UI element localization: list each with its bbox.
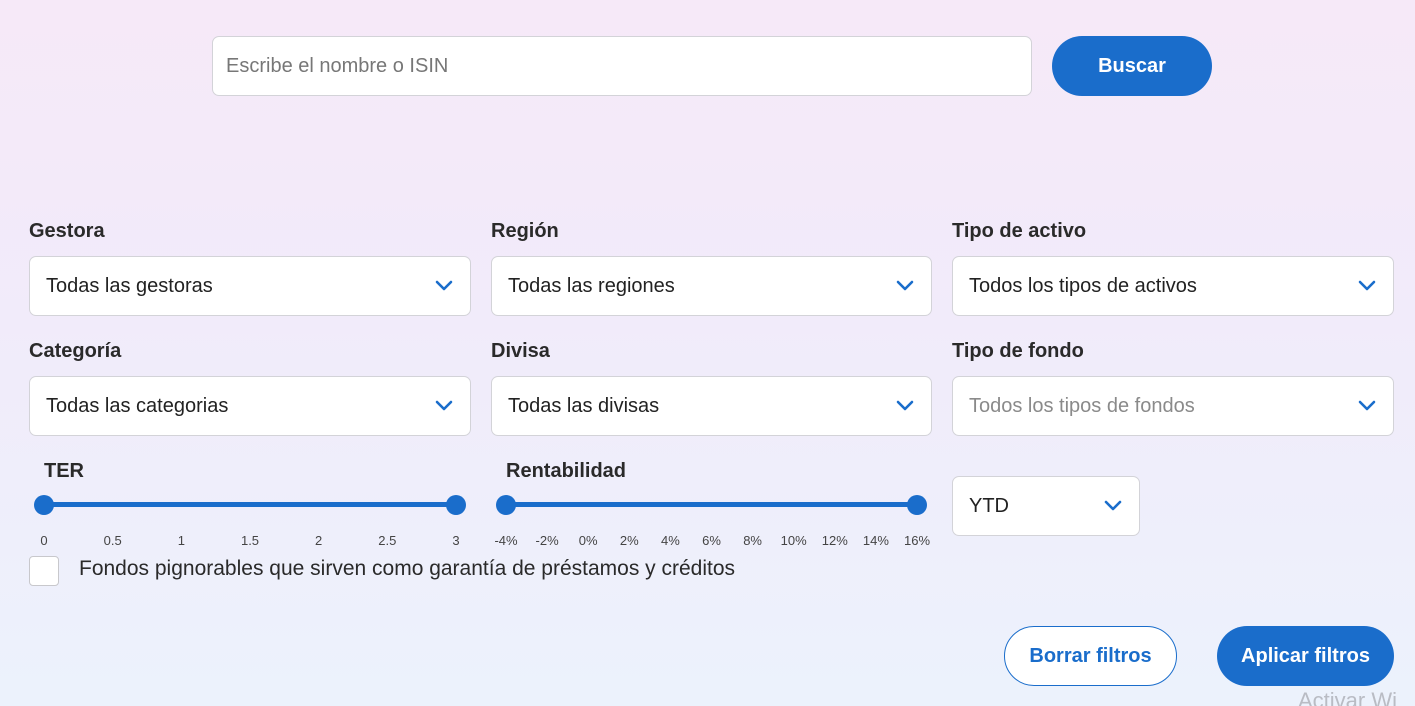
search-input[interactable] [212,36,1032,96]
rentabilidad-label: Rentabilidad [506,460,627,482]
rentabilidad-slider-min-handle[interactable] [496,495,516,515]
ter-tick-label: 1.5 [240,533,260,548]
windows-activation-watermark: Activar Wi [1298,688,1397,706]
rentabilidad-tick-label: 12% [821,533,848,548]
gestora-label: Gestora [29,220,105,242]
ter-tick-label: 1 [177,533,185,548]
categoria-select-value: Todas las categorias [46,394,229,417]
rentabilidad-tick-label: 10% [780,533,807,548]
search-button[interactable]: Buscar [1052,36,1212,96]
rentabilidad-tick-label: 4% [660,533,680,548]
chevron-down-icon [1104,500,1122,511]
period-select-value: YTD [969,494,1009,517]
chevron-down-icon [896,400,914,411]
ter-tick-label: 2 [315,533,323,548]
chevron-down-icon [435,400,453,411]
divisa-label: Divisa [491,340,550,362]
period-select[interactable]: YTD [952,476,1140,536]
pignorables-label[interactable]: Fondos pignorables que sirven como garan… [79,557,735,581]
region-select-value: Todas las regiones [508,274,675,297]
region-label: Región [491,220,559,242]
rentabilidad-tick-label: 14% [862,533,889,548]
ter-label: TER [44,460,84,482]
divisa-select-value: Todas las divisas [508,394,660,417]
rentabilidad-tick-label: 6% [702,533,721,548]
gestora-select-value: Todas las gestoras [46,274,213,297]
region-select[interactable]: Todas las regiones [491,256,932,316]
rentabilidad-tick-label: 16% [903,533,931,548]
chevron-down-icon [1358,400,1376,411]
gestora-select[interactable]: Todas las gestoras [29,256,471,316]
clear-filters-button[interactable]: Borrar filtros [1004,626,1177,686]
ter-tick-label: 3 [452,533,460,548]
tipo-activo-select-value: Todos los tipos de activos [969,274,1197,297]
apply-filters-button[interactable]: Aplicar filtros [1217,626,1394,686]
chevron-down-icon [435,280,453,291]
rentabilidad-slider-track[interactable] [506,502,917,507]
divisa-select[interactable]: Todas las divisas [491,376,932,436]
ter-slider-track[interactable] [44,502,456,507]
tipo-fondo-select-value: Todos los tipos de fondos [969,394,1195,417]
categoria-select[interactable]: Todas las categorias [29,376,471,436]
rentabilidad-tick-label: 0% [578,533,598,548]
ter-slider-min-handle[interactable] [34,495,54,515]
rentabilidad-tick-label: 8% [743,533,762,548]
rentabilidad-tick-label: 2% [619,533,639,548]
categoria-label: Categoría [29,340,122,362]
tipo-activo-select[interactable]: Todos los tipos de activos [952,256,1394,316]
tipo-fondo-label: Tipo de fondo [952,340,1084,362]
ter-tick-label: 0 [40,533,48,548]
tipo-fondo-select[interactable]: Todos los tipos de fondos [952,376,1394,436]
chevron-down-icon [896,280,914,291]
rentabilidad-tick-label: -2% [535,533,559,548]
chevron-down-icon [1358,280,1376,291]
pignorables-checkbox[interactable] [29,556,59,586]
ter-tick-label: 2.5 [378,533,397,548]
rentabilidad-tick-label: -4% [494,533,518,548]
rentabilidad-slider-max-handle[interactable] [907,495,927,515]
tipo-activo-label: Tipo de activo [952,220,1087,242]
ter-tick-label: 0.5 [103,533,122,548]
ter-slider-max-handle[interactable] [446,495,466,515]
fund-search-page: Buscar Gestora Todas las gestoras Región… [0,0,1415,706]
